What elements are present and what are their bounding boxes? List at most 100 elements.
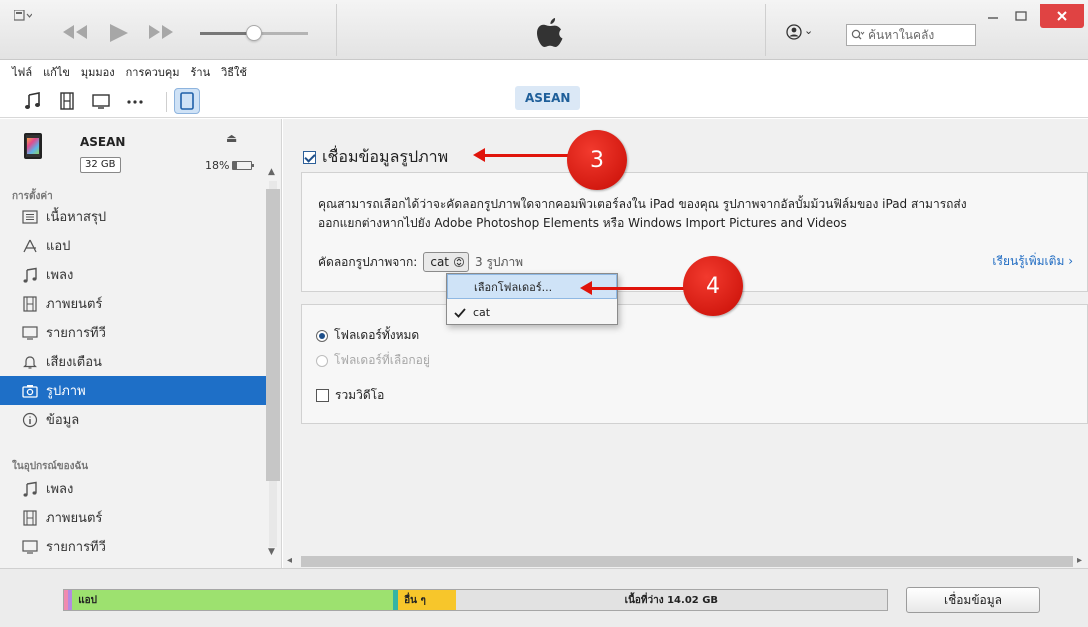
copy-from-select[interactable]: cat [423,252,470,272]
learn-more-label: เรียนรู้เพิ่มเติม [992,254,1065,268]
film-icon[interactable] [58,92,76,110]
sidebar-item-device-music[interactable]: เพลง [0,474,266,503]
settings-list: เนื้อหาสรุป แอป เพลง ภาพยนตร์ รายการทีวี… [0,202,266,434]
capacity-segment-other: อื่น ๆ [398,590,456,610]
rewind-icon[interactable] [60,22,90,42]
info-icon [22,412,38,428]
film-icon [22,509,38,526]
music-icon [22,481,38,497]
all-folders-radio[interactable] [316,329,328,342]
maximize-icon [1015,11,1027,21]
scroll-thumb[interactable] [301,556,1073,567]
eject-icon[interactable]: ⏏ [226,131,237,145]
annotation-step-4: 4 [683,256,743,316]
scroll-left-icon[interactable]: ◂ [287,555,292,566]
horizontal-scrollbar[interactable]: ◂ ▸ [283,555,1088,568]
sidebar-item-label: ข้อมูล [46,413,80,428]
ipad-thumbnail-icon [24,133,42,159]
sidebar-item-device-tv-shows[interactable]: รายการทีวี [0,532,266,561]
sidebar-item-label: แอป [46,239,71,254]
scroll-right-icon[interactable]: ▸ [1077,555,1082,566]
close-button[interactable] [1040,4,1084,28]
menu-controls[interactable]: การควบคุม [126,63,180,81]
account-button[interactable]: ⌄ [786,24,813,40]
menu-help[interactable]: วิธีใช้ [221,63,247,81]
sidebar-item-info[interactable]: ข้อมูล [0,405,266,434]
all-folders-option[interactable]: โฟลเดอร์ทั้งหมด [316,326,419,345]
sidebar-item-tones[interactable]: เสียงเตือน [0,347,266,376]
sidebar-item-label: เพลง [46,482,74,497]
sidebar-item-summary[interactable]: เนื้อหาสรุป [0,202,266,231]
search-icon [851,29,865,40]
learn-more-link[interactable]: เรียนรู้เพิ่มเติม › [992,252,1073,271]
sync-button[interactable]: เชื่อมข้อมูล [906,587,1040,613]
sidebar-item-music[interactable]: เพลง [0,260,266,289]
bell-icon [22,354,38,370]
menu-view[interactable]: มุมมอง [81,63,115,81]
sidebar-scrollbar[interactable]: ▲ ▼ [266,167,280,559]
window-menu-icon[interactable] [14,10,32,22]
sidebar-item-label: รูปภาพ [46,384,86,399]
folder-options-panel: โฟลเดอร์ทั้งหมด โฟลเดอร์ที่เลือกอยู่ รวม… [301,304,1088,424]
volume-knob[interactable] [246,25,262,41]
ipad-icon [180,92,194,110]
annotation-arrow-4 [580,281,684,295]
menu-item-label: cat [473,306,491,319]
scroll-down-icon[interactable]: ▼ [268,547,275,557]
toolbar-divider [336,4,337,56]
itunes-window: ⌄ ค้นหาในคลัง ไฟล์ แก้ไข มุมมอง การควบคุ… [0,0,1088,627]
toolbar-divider [166,92,167,112]
description-line: คุณสามารถเลือกได้ว่าจะคัดลอกรูปภาพใดจากค… [318,197,967,211]
menu-file[interactable]: ไฟล์ [12,63,32,81]
scroll-thumb[interactable] [266,189,280,481]
close-icon [1057,11,1067,21]
on-device-list: เพลง ภาพยนตร์ รายการทีวี [0,474,266,561]
sidebar-item-tv-shows[interactable]: รายการทีวี [0,318,266,347]
sync-photos-checkbox[interactable] [303,151,316,164]
more-icon[interactable] [126,92,144,110]
description-line: ออกแยกต่างหากไปยัง Adobe Photoshop Eleme… [318,216,847,230]
play-icon[interactable] [106,22,130,44]
photos-settings-pane: เชื่อมข้อมูลรูปภาพ คุณสามารถเลือกได้ว่าจ… [283,119,1088,568]
maximize-button[interactable] [1006,4,1036,28]
music-icon[interactable] [24,92,42,110]
other-usage-label: อื่น ๆ [404,594,426,606]
device-name-pill[interactable]: ASEAN [515,86,581,110]
menu-edit[interactable]: แก้ไข [43,63,70,81]
scroll-up-icon[interactable]: ▲ [268,167,275,177]
sidebar-item-movies[interactable]: ภาพยนตร์ [0,289,266,318]
sidebar-item-photos[interactable]: รูปภาพ [0,376,266,405]
sidebar-item-label: รายการทีวี [46,540,106,555]
sidebar-item-device-movies[interactable]: ภาพยนตร์ [0,503,266,532]
sync-photos-row[interactable]: เชื่อมข้อมูลรูปภาพ [303,145,448,170]
volume-slider[interactable] [200,25,308,41]
music-icon [22,267,38,283]
transport-controls [60,22,176,44]
minimize-button[interactable] [978,4,1008,28]
all-folders-label: โฟลเดอร์ทั้งหมด [334,328,420,342]
tv-icon [22,325,38,341]
device-button[interactable] [174,88,200,114]
battery-percent: 18% [205,159,230,172]
camera-icon [22,383,38,399]
storage-capacity-bar: แอป อื่น ๆ เนื้อที่ว่าง 14.02 GB [63,589,888,611]
on-device-section-header: ในอุปกรณ์ของฉัน [12,461,89,472]
account-icon [786,24,802,40]
sidebar-item-label: ภาพยนตร์ [46,297,103,312]
player-toolbar: ⌄ ค้นหาในคลัง [0,0,1088,60]
chevron-right-icon: › [1068,254,1073,268]
tv-icon[interactable] [92,92,110,110]
fast-forward-icon[interactable] [146,22,176,42]
include-videos-option[interactable]: รวมวิดีโอ [316,386,384,405]
search-input[interactable]: ค้นหาในคลัง [846,24,976,46]
chevron-down-icon: ⌄ [804,23,814,37]
menu-item-cat[interactable]: cat [447,300,617,325]
device-name: ASEAN [80,135,126,149]
toolbar-divider [765,4,766,56]
menu-bar: ไฟล์ แก้ไข มุมมอง การควบคุม ร้าน วิธีใช้ [0,61,1088,83]
menu-store[interactable]: ร้าน [190,63,210,81]
sidebar-item-label: เพลง [46,268,74,283]
sidebar: ASEAN ⏏ 32 GB 18% การตั้งค่า เนื้อหาสรุป… [0,119,282,568]
sidebar-item-apps[interactable]: แอป [0,231,266,260]
include-videos-checkbox[interactable] [316,389,329,402]
